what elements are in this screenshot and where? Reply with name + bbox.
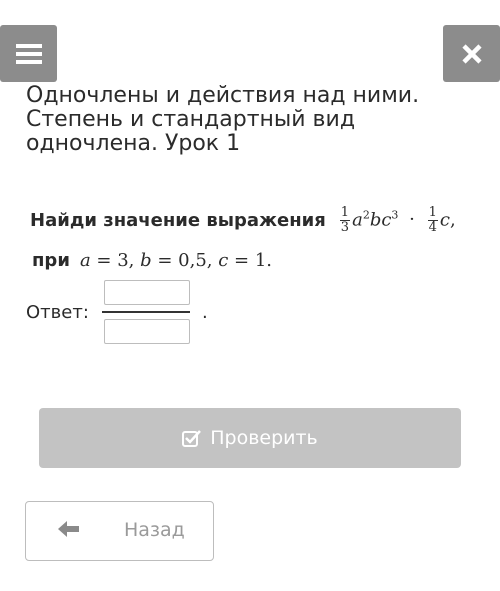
hamburger-menu-icon	[15, 43, 42, 64]
task-line-2: при a = 3, b = 0,5, c = 1.	[30, 240, 490, 280]
check-button[interactable]: Проверить	[39, 408, 461, 468]
task-at-word: при	[32, 249, 70, 271]
task-expression: 1 3 a2bc3 · 1 4 c,	[339, 204, 456, 235]
task-line-1: Найди значение выражения 1 3 a2bc3 · 1 4 c,	[30, 200, 490, 240]
back-button-label: Назад	[124, 519, 185, 541]
menu-button[interactable]	[0, 25, 57, 82]
back-button[interactable]: Назад	[25, 501, 214, 561]
answer-end-mark: .	[202, 302, 208, 323]
answer-fraction	[102, 280, 192, 344]
task-condition: a = 3, b = 0,5, c = 1.	[79, 249, 273, 271]
checkbox-check-icon	[182, 429, 202, 447]
close-x-icon	[461, 43, 482, 64]
lesson-page: Одночлены и действия над ними. Степень и…	[0, 0, 500, 591]
task-prompt: Найди значение выражения	[30, 209, 326, 231]
task-block: Найди значение выражения 1 3 a2bc3 · 1 4 c, …	[30, 200, 490, 280]
numerator-input[interactable]	[104, 280, 190, 305]
check-button-label: Проверить	[210, 427, 318, 449]
denominator-input[interactable]	[104, 319, 190, 344]
lesson-title: Одночлены и действия над ними. Степень и…	[26, 83, 420, 156]
answer-row: Ответ: .	[26, 280, 208, 344]
answer-label: Ответ:	[26, 301, 89, 323]
fraction-bar	[102, 311, 190, 313]
arrow-left-icon	[58, 520, 80, 543]
close-button[interactable]	[443, 25, 500, 82]
